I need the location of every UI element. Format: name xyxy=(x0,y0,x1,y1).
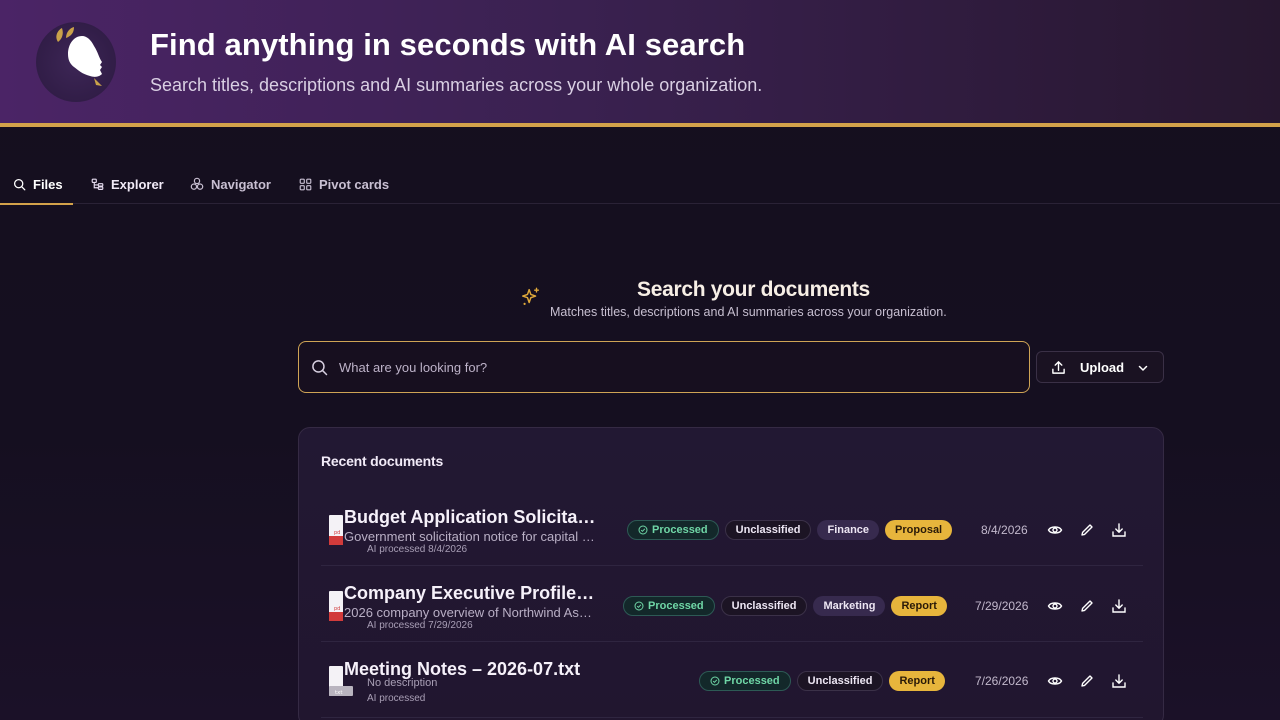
search-field[interactable] xyxy=(298,341,1030,393)
sparkle-icon xyxy=(522,287,540,305)
ai-processed-note: AI processed 8/4/2026 xyxy=(367,544,468,555)
page-subtitle: Search titles, descriptions and AI summa… xyxy=(150,75,763,95)
pencil-icon[interactable] xyxy=(1079,522,1095,538)
feminine-profile-logo-icon xyxy=(56,27,102,86)
tab-label: Pivot cards xyxy=(319,176,390,192)
eye-icon[interactable] xyxy=(1047,598,1063,614)
upload-icon xyxy=(1052,361,1065,374)
eye-icon[interactable] xyxy=(1047,673,1063,689)
page-title: Find anything in seconds with AI search xyxy=(150,27,746,62)
classification-badge: Unclassified xyxy=(724,520,812,540)
tab-explorer[interactable]: Explorer xyxy=(91,164,164,204)
document-badges: Processed Unclassified Marketing Report xyxy=(623,596,947,616)
recent-documents-panel: Recent documents pd Budget Application S… xyxy=(298,427,1164,720)
hero-divider xyxy=(0,123,1280,127)
tab-label: Navigator xyxy=(211,176,271,192)
svg-text:pd: pd xyxy=(334,606,340,612)
upload-button[interactable]: Upload xyxy=(1036,351,1164,383)
pdf-file-icon: pd xyxy=(329,515,343,545)
tab-label: Explorer xyxy=(111,176,164,192)
brand-logo xyxy=(36,22,116,102)
category-badge: Finance xyxy=(817,520,880,540)
chevron-down-icon xyxy=(1138,365,1148,371)
doc-type-badge: Proposal xyxy=(885,520,953,540)
search-header: Search your documents Matches titles, de… xyxy=(520,278,960,322)
document-row[interactable]: pd Company Executive Profile.pdf 2026 co… xyxy=(321,570,1143,642)
status-label: Processed xyxy=(652,524,708,536)
panel-title: Recent documents xyxy=(321,453,444,469)
check-circle-icon xyxy=(710,676,720,686)
search-title: Search your documents xyxy=(637,278,870,301)
category-badge: Marketing xyxy=(813,596,886,616)
document-date: 7/29/2026 xyxy=(975,599,1029,613)
ai-processed-note: AI processed xyxy=(367,693,426,704)
search-input[interactable] xyxy=(339,342,1019,392)
tree-icon xyxy=(91,178,104,190)
svg-text:pd: pd xyxy=(334,530,340,536)
tab-files[interactable]: Files xyxy=(0,164,73,205)
status-badge: Processed xyxy=(699,671,791,691)
document-date: 8/4/2026 xyxy=(981,523,1028,537)
classification-badge: Unclassified xyxy=(720,596,808,616)
download-icon[interactable] xyxy=(1111,598,1127,614)
doc-type-badge: Report xyxy=(891,596,947,616)
document-row[interactable]: txt Meeting Notes – 2026-07.txt No descr… xyxy=(321,646,1143,718)
status-badge: Processed xyxy=(623,596,715,616)
search-subtitle: Matches titles, descriptions and AI summ… xyxy=(550,305,947,319)
document-name[interactable]: Budget Application Solicitation.pdf xyxy=(344,507,599,528)
check-circle-icon xyxy=(634,601,644,611)
svg-text:txt: txt xyxy=(335,690,343,696)
status-badge: Processed xyxy=(627,520,719,540)
document-name[interactable]: Company Executive Profile.pdf xyxy=(344,583,599,604)
pdf-file-icon: pd xyxy=(329,591,343,621)
search-icon xyxy=(312,360,328,376)
status-label: Processed xyxy=(724,675,780,687)
search-icon xyxy=(13,178,26,190)
doc-type-badge: Report xyxy=(889,671,945,691)
document-row[interactable]: pd Budget Application Solicitation.pdf G… xyxy=(321,494,1143,566)
status-label: Processed xyxy=(648,600,704,612)
ai-processed-note: AI processed 7/29/2026 xyxy=(367,620,473,631)
tab-navigator[interactable]: Navigator xyxy=(190,164,271,204)
pencil-icon[interactable] xyxy=(1079,673,1095,689)
classification-badge: Unclassified xyxy=(796,671,884,691)
eye-icon[interactable] xyxy=(1047,522,1063,538)
tab-label: Files xyxy=(33,176,63,192)
hero-banner: Find anything in seconds with AI search … xyxy=(0,0,1280,124)
document-description: No description xyxy=(367,677,438,689)
document-badges: Processed Unclassified Report xyxy=(699,671,945,691)
tab-pivot-cards[interactable]: Pivot cards xyxy=(299,164,389,204)
check-circle-icon xyxy=(638,525,648,535)
pencil-icon[interactable] xyxy=(1079,598,1095,614)
document-badges: Processed Unclassified Finance Proposal xyxy=(627,520,953,540)
upload-label: Upload xyxy=(1080,360,1125,375)
document-description: Government solicitation notice for capit… xyxy=(344,529,596,544)
document-date: 7/26/2026 xyxy=(975,674,1029,688)
view-tabs: Files Explorer Navigator Pivot cards xyxy=(0,164,1280,205)
download-icon[interactable] xyxy=(1111,673,1127,689)
nodes-icon xyxy=(190,177,204,190)
grid-icon xyxy=(299,178,312,190)
document-description: 2026 company overview of Northwind Assoc… xyxy=(344,605,596,620)
download-icon[interactable] xyxy=(1111,522,1127,538)
